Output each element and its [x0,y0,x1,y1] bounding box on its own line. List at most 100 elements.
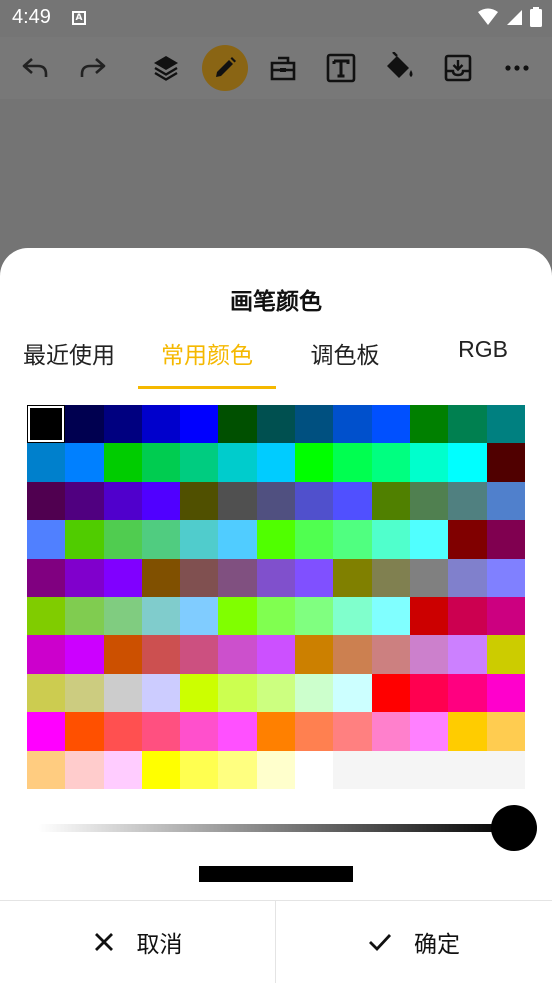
color-swatch[interactable] [103,712,142,751]
color-swatch[interactable] [65,558,104,597]
color-swatch[interactable] [371,673,410,713]
color-swatch[interactable] [371,596,410,636]
color-swatch[interactable] [256,481,296,521]
color-swatch[interactable] [448,481,487,521]
color-swatch[interactable] [180,596,219,636]
color-swatch[interactable] [486,712,525,751]
color-swatch[interactable] [180,443,219,482]
color-swatch[interactable] [486,443,525,482]
color-swatch[interactable] [180,750,219,789]
color-swatch[interactable] [409,481,449,521]
color-swatch[interactable] [256,673,296,713]
color-swatch[interactable] [409,520,449,559]
color-swatch[interactable] [65,712,104,751]
color-swatch[interactable] [486,673,525,713]
color-swatch[interactable] [486,481,525,521]
color-swatch[interactable] [448,520,487,559]
color-swatch[interactable] [218,443,257,482]
color-swatch[interactable] [448,712,487,751]
color-swatch[interactable] [256,712,296,751]
color-swatch[interactable] [295,750,334,789]
color-swatch[interactable] [448,673,487,713]
color-swatch[interactable] [295,712,334,751]
color-swatch[interactable] [371,520,410,559]
color-swatch[interactable] [486,750,525,789]
color-swatch[interactable] [486,635,525,674]
color-swatch[interactable] [103,635,142,674]
color-swatch[interactable] [27,481,66,521]
save-icon[interactable] [438,48,478,88]
color-swatch[interactable] [486,405,525,444]
color-swatch[interactable] [65,635,104,674]
color-swatch[interactable] [103,520,142,559]
color-swatch[interactable] [333,481,372,521]
color-swatch[interactable] [65,481,104,521]
color-swatch[interactable] [141,520,181,559]
color-swatch[interactable] [256,596,296,636]
color-swatch[interactable] [295,520,334,559]
color-swatch[interactable] [295,443,334,482]
color-swatch[interactable] [103,481,142,521]
color-swatch[interactable] [448,635,487,674]
color-swatch[interactable] [65,520,104,559]
color-swatch[interactable] [180,405,219,444]
color-swatch[interactable] [180,673,219,713]
color-swatch[interactable] [371,635,410,674]
color-swatch[interactable] [65,750,104,789]
eraser-icon[interactable] [263,48,303,88]
tab-common-colors[interactable]: 常用颜色 [138,336,276,370]
color-swatch[interactable] [65,405,104,444]
color-swatch[interactable] [409,750,449,789]
color-swatch[interactable] [218,712,257,751]
color-swatch[interactable] [486,558,525,597]
color-swatch[interactable] [371,405,410,444]
color-swatch[interactable] [448,405,487,444]
color-swatch[interactable] [65,443,104,482]
color-swatch[interactable] [218,673,257,713]
color-swatch[interactable] [295,481,334,521]
color-swatch[interactable] [371,481,410,521]
fill-bucket-icon[interactable] [380,48,420,88]
color-swatch[interactable] [448,596,487,636]
color-swatch[interactable] [256,558,296,597]
color-swatch[interactable] [27,673,66,713]
tab-rgb[interactable]: RGB [414,336,552,363]
slider-thumb[interactable] [491,805,537,851]
color-swatch[interactable] [65,673,104,713]
color-swatch[interactable] [371,558,410,597]
color-swatch[interactable] [141,405,181,444]
redo-icon[interactable] [73,48,113,88]
tab-palette[interactable]: 调色板 [276,336,414,370]
color-swatch[interactable] [295,405,334,444]
color-swatch[interactable] [295,673,334,713]
color-swatch[interactable] [103,558,142,597]
color-swatch[interactable] [295,635,334,674]
brightness-slider[interactable] [38,824,514,832]
color-swatch[interactable] [27,750,66,789]
color-swatch[interactable] [218,520,257,559]
text-icon[interactable] [321,48,361,88]
color-swatch[interactable] [448,750,487,789]
color-swatch[interactable] [180,635,219,674]
color-swatch[interactable] [141,750,181,789]
color-swatch[interactable] [27,520,66,559]
color-swatch[interactable] [295,558,334,597]
color-swatch[interactable] [333,520,372,559]
color-swatch[interactable] [141,712,181,751]
color-swatch[interactable] [333,635,372,674]
layers-icon[interactable] [146,48,186,88]
tab-recent[interactable]: 最近使用 [0,336,138,370]
color-swatch[interactable] [333,405,372,444]
color-swatch[interactable] [103,750,142,789]
color-swatch[interactable] [27,558,66,597]
color-swatch[interactable] [448,443,487,482]
cancel-button[interactable]: 取消 [0,900,275,983]
color-swatch[interactable] [103,673,142,713]
color-swatch[interactable] [180,712,219,751]
color-swatch[interactable] [27,712,66,751]
color-swatch[interactable] [371,750,410,789]
color-swatch[interactable] [27,405,66,444]
color-swatch[interactable] [141,558,181,597]
color-swatch[interactable] [103,596,142,636]
color-swatch[interactable] [256,750,296,789]
